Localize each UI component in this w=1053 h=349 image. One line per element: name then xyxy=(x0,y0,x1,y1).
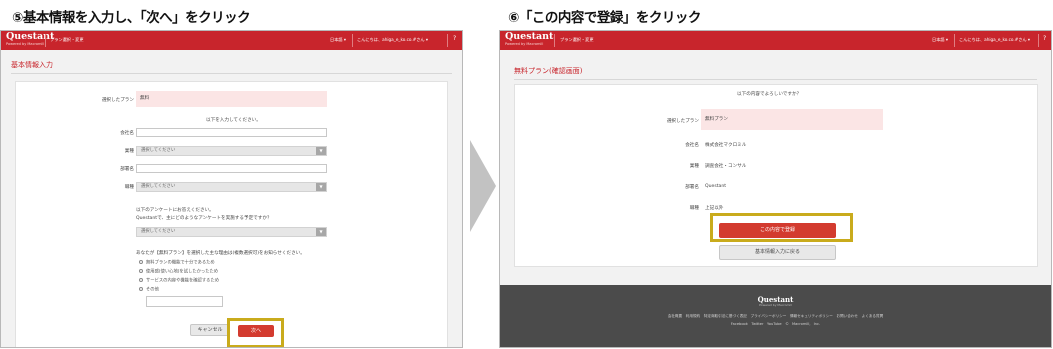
selected-plan-label: 選択したプラン xyxy=(101,98,134,103)
industry-label: 業種 xyxy=(124,149,134,154)
chevron-down-icon: ▼ xyxy=(316,183,326,191)
job-label: 職種 xyxy=(689,206,699,211)
department-label: 部署名 xyxy=(685,185,699,190)
reason-option[interactable]: サービスの内容や機能を確認するため xyxy=(139,278,219,285)
footer-social-links[interactable]: Facebook Twitter YouTube © Macromill, In… xyxy=(500,322,1051,327)
radio-icon xyxy=(139,278,143,282)
job-value: 上記以外 xyxy=(705,206,724,211)
radio-icon xyxy=(139,287,143,291)
industry-label: 業種 xyxy=(689,164,699,169)
user-menu[interactable]: こんにちは、ahiga_e_ko.co.#さん ▾ xyxy=(357,37,428,43)
job-label: 職種 xyxy=(124,185,134,190)
survey-type-select-value: 選択してください xyxy=(141,229,176,234)
reason-option[interactable]: 使用感(使い心地)を試したかったため xyxy=(139,269,218,276)
footer-logo-subtitle: Powered by Macromill xyxy=(759,303,792,307)
nav-divider xyxy=(45,34,46,47)
footer: Questant Powered by Macromill 会社概要 利用規約 … xyxy=(500,285,1051,347)
footer-links[interactable]: 会社概要 利用規約 特定商取引法に基づく表記 プライバシーポリシー 情報セキュリ… xyxy=(500,314,1051,319)
industry-value: 調査会社・コンサル xyxy=(705,164,747,169)
page-title: 基本情報入力 xyxy=(11,61,53,69)
nav-divider xyxy=(1038,34,1039,47)
chevron-down-icon: ▼ xyxy=(316,228,326,236)
survey-question-line2: Questantで、主にどのようなアンケートを実施する予定ですか？ xyxy=(136,216,272,221)
language-selector[interactable]: 日本語 ▾ xyxy=(330,37,346,43)
survey-question-line1: 以下のアンケートにお答えください。 xyxy=(136,208,214,213)
questant-logo[interactable]: Questant xyxy=(6,31,54,42)
selected-plan-value: 無料プラン xyxy=(701,109,883,130)
help-icon[interactable]: ? xyxy=(1043,36,1046,42)
form-panel: 選択したプラン 無料 以下を入力してください。 会社名 業種 選択してください … xyxy=(15,81,448,347)
step5-title: ⑤基本情報を入力し、「次へ」をクリック xyxy=(12,10,251,26)
nav-plan-link[interactable]: プラン選択・変更 xyxy=(50,37,84,43)
company-label: 会社名 xyxy=(685,143,699,148)
company-label: 会社名 xyxy=(120,131,134,136)
next-step-arrow-icon xyxy=(470,140,496,232)
nav-divider xyxy=(447,34,448,47)
confirm-question: 以下の内容でよろしいですか？ xyxy=(737,92,802,97)
reason-option[interactable]: 無料プランの機能で十分であるため xyxy=(139,260,215,267)
department-value: Questant xyxy=(705,184,727,189)
nav-plan-link[interactable]: プラン選択・変更 xyxy=(560,37,594,43)
nav-divider xyxy=(554,34,555,47)
top-bar: Questant Powered by Macromill プラン選択・変更 日… xyxy=(500,31,1051,50)
logo-subtitle: Powered by Macromill xyxy=(505,42,544,46)
industry-select[interactable]: 選択してください ▼ xyxy=(136,146,327,156)
selected-plan-label: 選択したプラン xyxy=(666,119,699,124)
confirmation-screenshot: Questant Powered by Macromill プラン選択・変更 日… xyxy=(499,30,1052,348)
next-button-highlight xyxy=(227,318,284,347)
page-title: 無料プラン(確認画面) xyxy=(514,67,583,75)
title-divider xyxy=(11,73,452,74)
job-select[interactable]: 選択してください ▼ xyxy=(136,182,327,192)
help-icon[interactable]: ? xyxy=(453,36,456,42)
chevron-down-icon: ▼ xyxy=(316,147,326,155)
radio-icon xyxy=(139,269,143,273)
industry-select-value: 選択してください xyxy=(141,148,176,153)
language-selector[interactable]: 日本語 ▾ xyxy=(932,37,948,43)
reason-question: あなたが【無料プラン】を選択した主な理由は(複数選択可)をお知らせください。 xyxy=(136,251,305,256)
step6-title: ⑥「この内容で登録」をクリック xyxy=(508,10,701,26)
logo-subtitle: Powered by Macromill xyxy=(6,42,45,46)
department-label: 部署名 xyxy=(120,167,134,172)
department-input[interactable] xyxy=(136,164,327,173)
other-reason-textarea[interactable] xyxy=(146,296,223,307)
survey-type-select[interactable]: 選択してください ▼ xyxy=(136,227,327,237)
selected-plan-value: 無料 xyxy=(136,91,327,107)
back-to-form-button[interactable]: 基本情報入力に戻る xyxy=(719,245,836,260)
job-select-value: 選択してください xyxy=(141,184,176,189)
user-menu[interactable]: こんにちは、ahiga_e_ko.co.#さん ▾ xyxy=(959,37,1030,43)
basic-info-form-screenshot: Questant Powered by Macromill プラン選択・変更 日… xyxy=(0,30,463,348)
company-value: 株式会社マクロミル xyxy=(705,143,747,148)
register-button-highlight xyxy=(710,213,853,242)
company-input[interactable] xyxy=(136,128,327,137)
questant-logo[interactable]: Questant xyxy=(505,31,553,42)
top-bar: Questant Powered by Macromill プラン選択・変更 日… xyxy=(1,31,462,50)
nav-divider xyxy=(954,34,955,47)
instruction-text: 以下を入力してください。 xyxy=(206,118,261,123)
nav-divider xyxy=(352,34,353,47)
cancel-button[interactable]: キャンセル xyxy=(190,324,230,336)
title-divider xyxy=(514,79,1037,80)
radio-icon xyxy=(139,260,143,264)
reason-option[interactable]: その他 xyxy=(139,287,159,294)
